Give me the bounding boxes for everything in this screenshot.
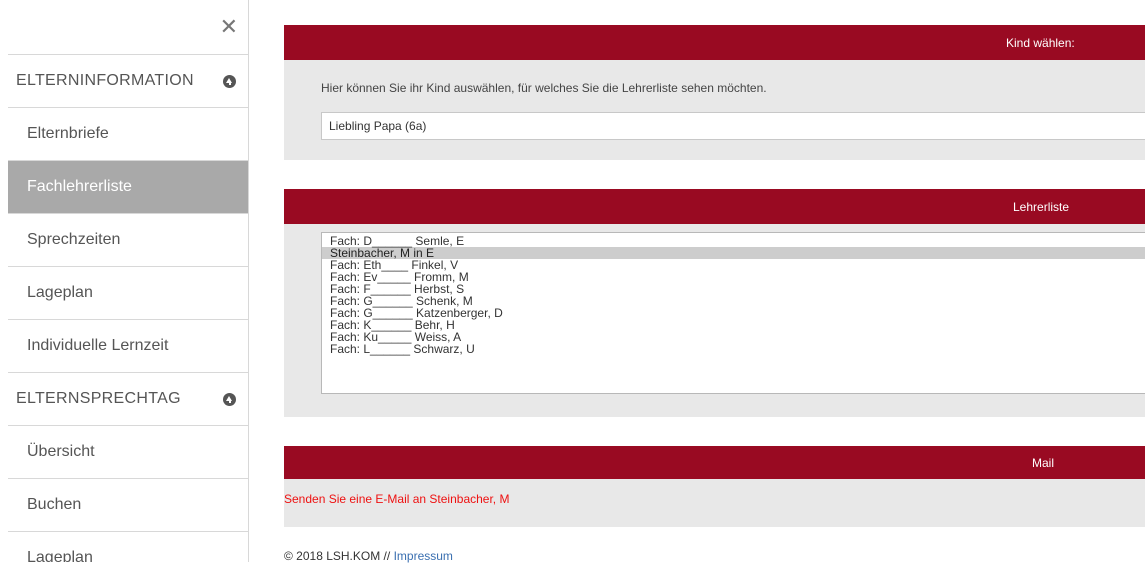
kind-panel-title: Kind wählen: xyxy=(1006,36,1075,50)
footer: © 2018 LSH.KOM // Impressum xyxy=(284,549,453,563)
sidebar-item-label: Übersicht xyxy=(27,443,95,460)
teacher-option[interactable]: Fach: L______ Schwarz, U xyxy=(322,343,1145,355)
sidebar-item-übersicht[interactable]: Übersicht xyxy=(8,426,248,479)
lehrer-panel-title: Lehrerliste xyxy=(1013,200,1070,214)
close-icon[interactable]: ✕ xyxy=(220,17,238,39)
kind-panel-body: Hier können Sie ihr Kind auswählen, für … xyxy=(284,60,1145,160)
mail-panel-header: Mail xyxy=(284,446,1145,479)
sidebar-item-label: Fachlehrerliste xyxy=(27,178,132,195)
footer-copyright: © 2018 LSH.KOM // xyxy=(284,549,394,563)
chevron-up-circle-icon[interactable] xyxy=(223,392,236,406)
sidebar: ✕ ELTERNINFORMATION Elternbriefe Fachlehre… xyxy=(8,0,249,562)
sidebar-item-lageplan[interactable]: Lageplan xyxy=(8,267,248,320)
teacher-listbox[interactable]: Fach: D______ Semle, E Steinbacher, M in … xyxy=(321,232,1145,394)
lehrer-panel: Lehrerliste Fach: D______ Semle, E Steinb… xyxy=(284,189,1145,417)
sidebar-section-elternsprechtag[interactable]: ELTERNSPRECHTAG xyxy=(8,373,248,426)
lehrer-panel-header: Lehrerliste xyxy=(284,189,1145,224)
sidebar-section-elterninformation[interactable]: ELTERNINFORMATION xyxy=(8,55,248,108)
lehrer-panel-body: Fach: D______ Semle, E Steinbacher, M in … xyxy=(284,224,1145,417)
chevron-up-circle-icon[interactable] xyxy=(223,74,236,88)
sidebar-item-label: Lageplan xyxy=(27,284,93,301)
sidebar-item-label: Sprechzeiten xyxy=(27,231,121,248)
impressum-link[interactable]: Impressum xyxy=(394,549,453,563)
sidebar-list: ELTERNINFORMATION Elternbriefe Fachlehrerl… xyxy=(8,55,248,562)
sidebar-item-buchen[interactable]: Buchen xyxy=(8,479,248,532)
sidebar-item-label: Elternbriefe xyxy=(27,125,109,142)
kind-panel: Kind wählen: Hier können Sie ihr Kind au… xyxy=(284,25,1145,160)
mail-panel-body: Senden Sie eine E-Mail an Steinbacher, M xyxy=(284,479,1145,527)
sidebar-item-lageplan[interactable]: Lageplan xyxy=(8,532,248,562)
kind-panel-header: Kind wählen: xyxy=(284,25,1145,60)
sidebar-item-individuelle-lernzeit[interactable]: Individuelle Lernzeit xyxy=(8,320,248,373)
sidebar-item-elternbriefe[interactable]: Elternbriefe xyxy=(8,108,248,161)
child-select[interactable]: Liebling Papa (6a) xyxy=(321,112,1145,140)
sidebar-item-label: Buchen xyxy=(27,496,82,513)
teacher-option[interactable]: Fach: D______ Semle, E xyxy=(322,235,1145,247)
mail-panel: Mail Senden Sie eine E-Mail an Steinbach… xyxy=(284,446,1145,527)
sidebar-section-label: ELTERNSPRECHTAG xyxy=(16,390,181,407)
sidebar-item-sprechzeiten[interactable]: Sprechzeiten xyxy=(8,214,248,267)
sidebar-section-label: ELTERNINFORMATION xyxy=(16,72,194,89)
sidebar-item-fachlehrerliste[interactable]: Fachlehrerliste xyxy=(8,161,248,214)
sidebar-item-label: Individuelle Lernzeit xyxy=(27,337,169,354)
sidebar-top: ✕ xyxy=(8,0,248,55)
sidebar-item-label: Lageplan xyxy=(27,549,93,562)
kind-description: Hier können Sie ihr Kind auswählen, für … xyxy=(321,81,767,95)
send-mail-link[interactable]: Senden Sie eine E-Mail an Steinbacher, M xyxy=(284,492,509,506)
mail-panel-title: Mail xyxy=(1032,456,1055,470)
